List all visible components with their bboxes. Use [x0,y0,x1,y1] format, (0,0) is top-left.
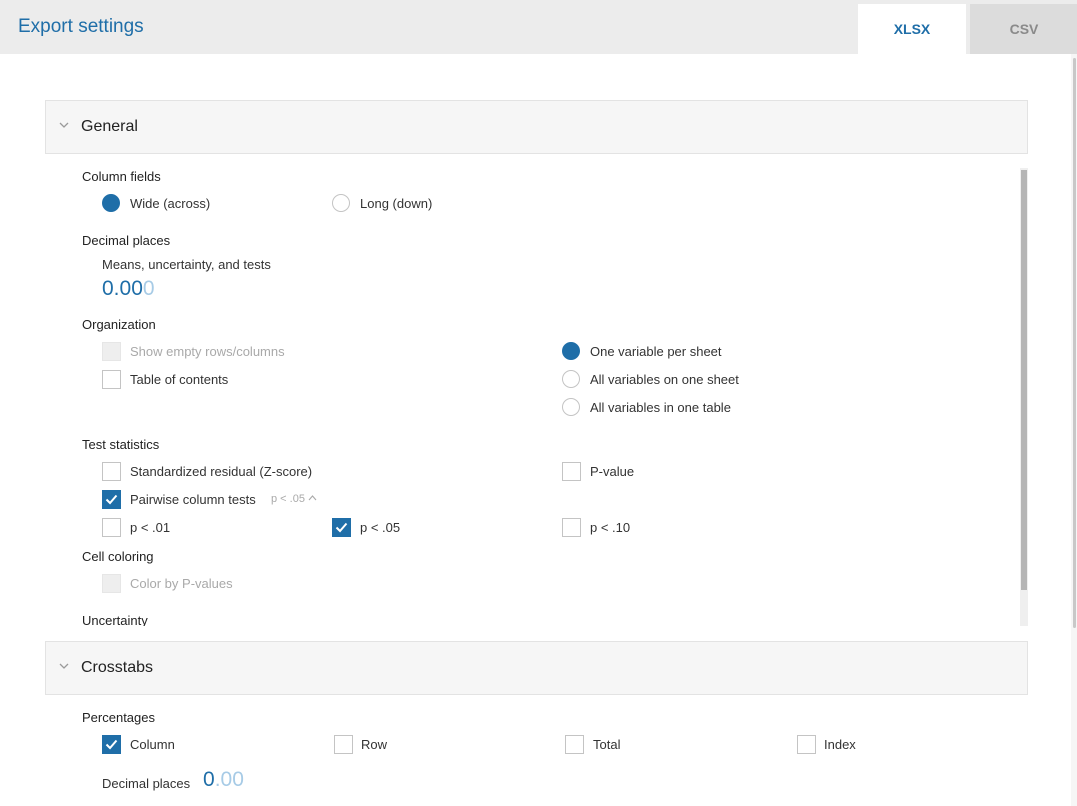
checkbox-percent-index[interactable] [797,735,816,754]
checkmark-icon [105,494,118,505]
section-general-title: General [81,118,138,135]
pairwise-hint[interactable]: p < .05 [271,493,317,505]
checkbox-percent-row-label: Row [361,737,388,752]
radio-all-variables-one-sheet-label: All variables on one sheet [590,372,739,387]
decimal-places-label: Decimal places [82,233,171,248]
checkbox-p-10[interactable] [562,518,581,537]
checkbox-standardized-residual-label: Standardized residual (Z-score) [130,464,313,479]
checkbox-p-value[interactable] [562,462,581,481]
radio-all-variables-one-table[interactable] [562,398,580,416]
checkbox-standardized-residual[interactable] [102,462,121,481]
percentages-label: Percentages [82,710,155,725]
radio-one-variable-per-sheet[interactable] [562,342,580,360]
radio-wide-across[interactable] [102,194,120,212]
radio-one-variable-per-sheet-label: One variable per sheet [590,344,722,359]
general-scrollbar-thumb[interactable] [1021,170,1027,590]
crosstabs-decimal-places-label: Decimal places [102,776,191,791]
crosstabs-decimal-places-stepper[interactable]: 0.00 [203,768,244,792]
radio-all-variables-one-sheet[interactable] [562,370,580,388]
header-bar: Export settings XLSX CSV [0,0,1077,54]
tab-csv[interactable]: CSV [970,4,1077,54]
chevron-up-icon [308,495,317,501]
checkbox-color-by-p-values [102,574,121,593]
general-section-content: Column fields Wide (across) Long (down) … [45,154,1020,626]
radio-wide-across-label: Wide (across) [130,196,211,211]
decimal-places-stepper[interactable]: 0.000 [102,277,155,301]
chevron-down-icon [59,122,69,128]
page-scrollbar-thumb[interactable] [1073,58,1076,628]
checkbox-p-value-label: P-value [590,464,635,479]
decimal-places-sublabel: Means, uncertainty, and tests [102,257,271,272]
crosstabs-decimal-value-main: 0 [203,768,215,791]
radio-long-down-label: Long (down) [360,196,433,211]
checkmark-icon [105,739,118,750]
section-general-header[interactable]: General [45,100,1028,154]
section-crosstabs-header[interactable]: Crosstabs [45,641,1028,695]
checkbox-percent-column[interactable] [102,735,121,754]
chevron-down-icon [59,663,69,669]
organization-label: Organization [82,317,156,332]
checkbox-table-of-contents[interactable] [102,370,121,389]
section-crosstabs-title: Crosstabs [81,659,154,676]
checkbox-p-10-label: p < .10 [590,520,631,535]
checkbox-percent-row[interactable] [334,735,353,754]
checkbox-p-01-label: p < .01 [130,520,171,535]
checkbox-percent-total[interactable] [565,735,584,754]
checkbox-pairwise-column-tests[interactable] [102,490,121,509]
checkbox-percent-index-label: Index [824,737,856,752]
checkbox-color-by-p-values-label: Color by P-values [130,576,233,591]
checkbox-p-05[interactable] [332,518,351,537]
checkbox-pairwise-column-tests-label: Pairwise column tests [130,492,256,507]
checkbox-p-05-label: p < .05 [360,520,401,535]
tab-xlsx[interactable]: XLSX [858,4,966,54]
checkbox-show-empty-rows-columns [102,342,121,361]
checkmark-icon [335,522,348,533]
checkbox-p-01[interactable] [102,518,121,537]
checkbox-table-of-contents-label: Table of contents [130,372,229,387]
decimal-value-main: 0.00 [102,277,143,300]
crosstabs-decimal-value-faint: .00 [214,768,244,791]
page-title: Export settings [18,16,144,37]
checkbox-percent-total-label: Total [593,737,621,752]
checkbox-show-empty-label: Show empty rows/columns [130,344,285,359]
cell-coloring-label: Cell coloring [82,549,154,564]
column-fields-label: Column fields [82,169,161,184]
checkbox-percent-column-label: Column [130,737,175,752]
radio-all-variables-one-table-label: All variables in one table [590,400,731,415]
test-statistics-label: Test statistics [82,437,160,452]
pairwise-hint-text: p < .05 [271,493,305,505]
radio-long-down[interactable] [332,194,350,212]
decimal-value-faint: 0 [142,277,155,300]
uncertainty-label: Uncertainty [82,613,148,626]
